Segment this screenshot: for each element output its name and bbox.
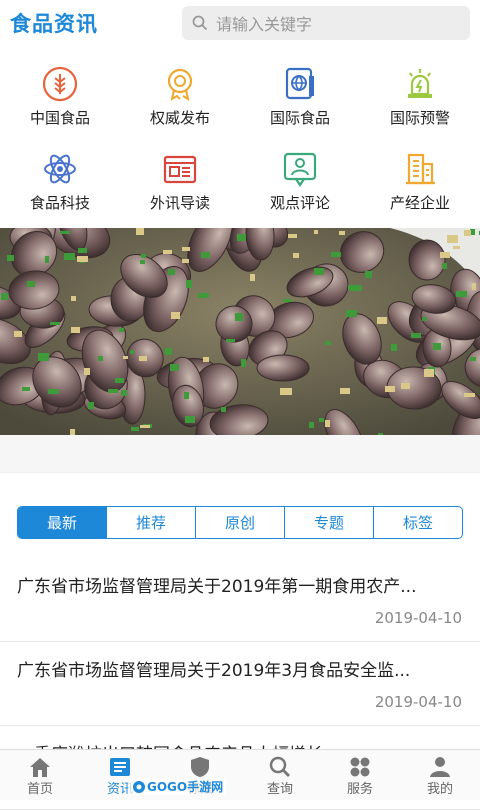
category-label: 外讯导读 [149,194,210,212]
nav-profile[interactable]: 我的 [400,750,480,800]
nav-label: 服务 [346,781,373,797]
category-food-tech[interactable]: 食品科技 [0,139,120,224]
tab-latest[interactable]: 最新 [18,507,107,538]
tab-tags[interactable]: 标签 [374,507,462,538]
search-icon [268,754,292,778]
category-label: 观点评论 [269,194,330,212]
news-icon [108,754,132,778]
section-divider [0,435,480,473]
news-item[interactable]: 广东省市场监督管理局关于2019年第一期食用农产... 2019-04-10 [0,558,480,642]
home-icon [28,754,52,778]
category-foreign-digest[interactable]: 外讯导读 [120,139,240,224]
tab-recommended[interactable]: 推荐 [107,507,196,538]
news-item[interactable]: 广东省市场监督管理局关于2019年3月食品安全监... 2019-04-10 [0,642,480,726]
news-title: 广东省市场监督管理局关于2019年第一期食用农产... [17,577,417,597]
watermark-logo: GOGO手游网 [128,778,227,795]
globe-doc-icon [281,65,319,103]
watermark-text: GOGO手游网 [147,780,224,794]
category-label: 国际预警 [389,109,450,127]
category-label: 中国食品 [29,109,90,127]
user-icon [428,754,452,778]
category-official-release[interactable]: 权威发布 [120,54,240,139]
category-label: 食品科技 [29,194,90,212]
grid-icon [348,754,372,778]
atom-icon [41,150,79,188]
medal-icon [161,65,199,103]
news-tabs: 最新 推荐 原创 专题 标签 [17,506,463,539]
alert-lamp-icon [401,65,439,103]
category-label: 产经企业 [389,194,450,212]
news-date: 2019-04-10 [374,693,462,711]
nav-label: 我的 [426,781,453,797]
bottom-nav: 首页 资讯 标法 查询 服务 我的 [0,749,480,800]
nav-services[interactable]: 服务 [320,750,400,800]
tab-topics[interactable]: 专题 [285,507,374,538]
comment-person-icon [281,150,319,188]
wheat-icon [41,65,79,103]
category-label: 权威发布 [149,109,210,127]
shield-icon [188,754,212,778]
category-intl-food[interactable]: 国际食品 [240,54,360,139]
newspaper-icon [161,150,199,188]
app-logo: 食品资讯 [10,12,98,36]
banner-image-snails[interactable] [0,228,480,435]
nav-query[interactable]: 查询 [240,750,320,800]
tab-original[interactable]: 原创 [196,507,285,538]
search-placeholder: 请输入关键字 [216,15,313,34]
news-date: 2019-04-10 [374,609,462,627]
nav-label: 查询 [266,781,293,797]
category-label: 国际食品 [269,109,330,127]
news-title: 广东省市场监督管理局关于2019年3月食品安全监... [17,661,411,681]
category-china-food[interactable]: 中国食品 [0,54,120,139]
category-opinion[interactable]: 观点评论 [240,139,360,224]
search-input[interactable]: 请输入关键字 [182,6,470,40]
nav-home[interactable]: 首页 [0,750,80,800]
building-icon [401,150,439,188]
category-intl-alert[interactable]: 国际预警 [360,54,480,139]
nav-label: 首页 [26,781,53,797]
app-header: 食品资讯 请输入关键字 [0,0,480,46]
game-controller-icon [133,780,145,793]
category-grid: 中国食品 权威发布 国际食品 国际预警 食品科技 外讯导读 观点评论 产经企业 [0,54,480,224]
category-industry[interactable]: 产经企业 [360,139,480,224]
search-icon [192,15,208,31]
